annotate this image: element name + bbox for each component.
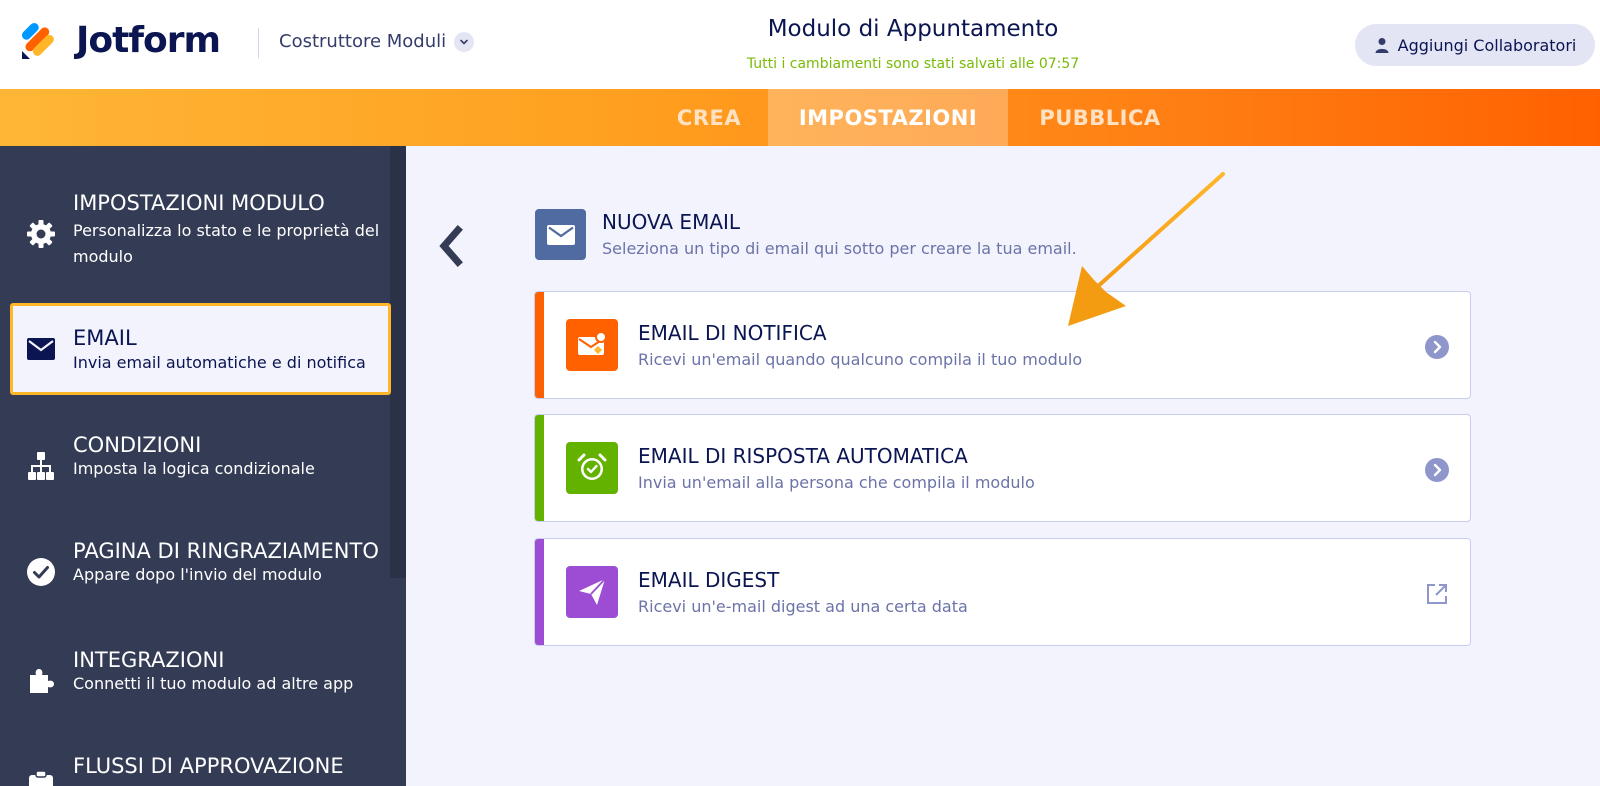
new-email-icon: [535, 209, 586, 260]
card-color-stripe: [535, 539, 544, 645]
sidebar-item-conditions[interactable]: CONDIZIONI Imposta la logica condizional…: [0, 433, 390, 503]
envelope-icon: [25, 333, 57, 365]
sidebar-item-approval-flows[interactable]: FLUSSI DI APPROVAZIONE: [0, 754, 390, 786]
card-title: EMAIL DI NOTIFICA: [638, 321, 827, 345]
chevron-right-icon[interactable]: [1425, 335, 1449, 359]
tab-pubblica[interactable]: PUBBLICA: [1008, 89, 1192, 146]
chevron-left-icon: [439, 225, 463, 267]
external-link-icon[interactable]: [1425, 582, 1449, 606]
add-collaborators-button[interactable]: Aggiungi Collaboratori: [1355, 24, 1595, 66]
sidebar-item-thank-you-page[interactable]: PAGINA DI RINGRAZIAMENTO Appare dopo l'i…: [0, 539, 390, 609]
notification-mail-icon: [566, 319, 618, 371]
sitemap-icon: [25, 450, 57, 482]
tab-impostazioni[interactable]: IMPOSTAZIONI: [768, 89, 1008, 146]
sidebar-item-desc: Invia email automatiche e di notifica: [73, 353, 366, 372]
new-email-desc: Seleziona un tipo di email qui sotto per…: [602, 239, 1077, 258]
tab-crea[interactable]: CREA: [650, 89, 768, 146]
card-title: EMAIL DI RISPOSTA AUTOMATICA: [638, 444, 968, 468]
autoresponder-email-card[interactable]: EMAIL DI RISPOSTA AUTOMATICA Invia un'em…: [534, 414, 1471, 522]
sidebar-item-title: CONDIZIONI: [73, 433, 202, 457]
sidebar-item-title: INTEGRAZIONI: [73, 648, 225, 672]
top-header: Jotform Costruttore Moduli Modulo di App…: [0, 0, 1600, 89]
chevron-right-icon[interactable]: [1425, 458, 1449, 482]
back-button[interactable]: [430, 222, 470, 270]
main-nav: CREA IMPOSTAZIONI PUBBLICA: [0, 89, 1600, 146]
user-icon: [1375, 38, 1389, 53]
new-email-title: NUOVA EMAIL: [602, 210, 741, 234]
sidebar-item-integrations[interactable]: INTEGRAZIONI Connetti il tuo modulo ad a…: [0, 648, 390, 718]
alarm-clock-icon: [566, 442, 618, 494]
puzzle-icon: [25, 665, 57, 697]
sidebar-item-email[interactable]: EMAIL Invia email automatiche e di notif…: [10, 303, 391, 395]
sidebar-scrollbar[interactable]: [390, 146, 406, 578]
sidebar-item-desc: Connetti il tuo modulo ad altre app: [73, 674, 354, 693]
gear-icon: [25, 218, 57, 250]
card-color-stripe: [535, 415, 544, 521]
sidebar-item-desc: Imposta la logica condizionale: [73, 459, 315, 478]
settings-sidebar: IMPOSTAZIONI MODULO Personalizza lo stat…: [0, 146, 406, 786]
sidebar-item-desc: Appare dopo l'invio del modulo: [73, 565, 322, 584]
notification-email-card[interactable]: EMAIL DI NOTIFICA Ricevi un'email quando…: [534, 291, 1471, 399]
approval-icon: [25, 770, 57, 786]
check-circle-icon: [25, 556, 57, 588]
sidebar-item-form-settings[interactable]: IMPOSTAZIONI MODULO Personalizza lo stat…: [0, 186, 390, 286]
sidebar-item-title: FLUSSI DI APPROVAZIONE: [73, 754, 344, 778]
sidebar-item-desc: Personalizza lo stato e le proprietà del…: [73, 221, 380, 266]
paper-plane-icon: [566, 566, 618, 618]
card-desc: Invia un'email alla persona che compila …: [638, 473, 1035, 492]
add-collaborators-label: Aggiungi Collaboratori: [1397, 35, 1577, 55]
sidebar-item-title: PAGINA DI RINGRAZIAMENTO: [73, 539, 379, 563]
card-desc: Ricevi un'email quando qualcuno compila …: [638, 350, 1083, 369]
sidebar-item-title: EMAIL: [73, 326, 137, 350]
sidebar-item-title: IMPOSTAZIONI MODULO: [73, 191, 325, 215]
card-title: EMAIL DIGEST: [638, 568, 780, 592]
card-desc: Ricevi un'e-mail digest ad una certa dat…: [638, 597, 968, 616]
digest-email-card[interactable]: EMAIL DIGEST Ricevi un'e-mail digest ad …: [534, 538, 1471, 646]
card-color-stripe: [535, 292, 544, 398]
